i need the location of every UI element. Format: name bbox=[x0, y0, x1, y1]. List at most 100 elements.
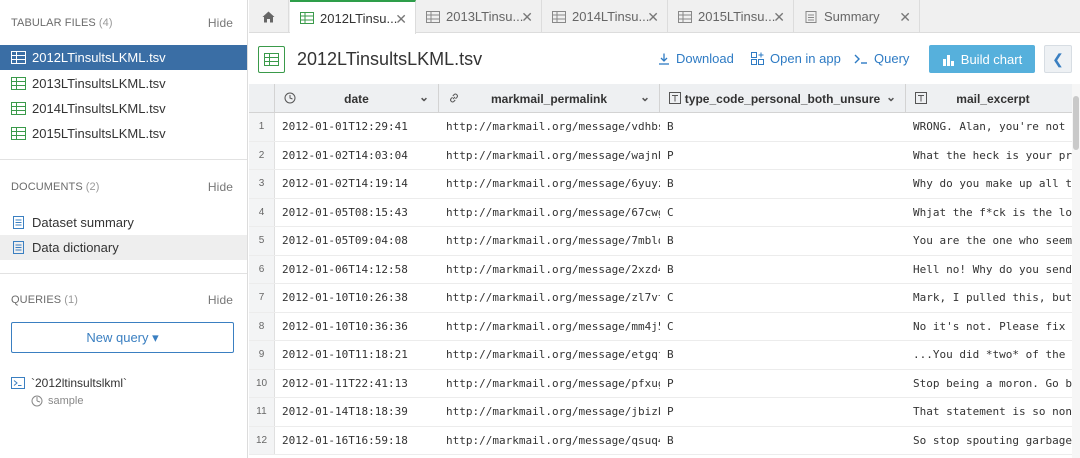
tab-file[interactable]: 2013LTinsu... ✕ bbox=[416, 0, 542, 33]
close-icon[interactable]: ✕ bbox=[521, 9, 533, 26]
query-sample-label: sample bbox=[48, 395, 84, 407]
cell-mail-excerpt: Why do you make up all thes bbox=[913, 177, 1080, 190]
tab-file[interactable]: 2012LTinsu... ✕ bbox=[290, 0, 416, 34]
cell-permalink: http://markmail.org/message/67cwg72ly bbox=[446, 205, 660, 219]
cell-permalink: http://markmail.org/message/wajnh3ivn bbox=[446, 148, 660, 162]
build-chart-button[interactable]: Build chart bbox=[929, 45, 1035, 73]
cell-type-code: B bbox=[667, 120, 674, 133]
cell-mail-excerpt: Hell no! Why do you send me bbox=[913, 262, 1080, 276]
cell-type-code: B bbox=[667, 433, 674, 447]
queries-count: (1) bbox=[64, 294, 78, 306]
sidebar-file-item[interactable]: 2012LTinsultsLKML.tsv bbox=[0, 45, 247, 70]
sidebar-file-item[interactable]: 2013LTinsultsLKML.tsv bbox=[0, 71, 247, 96]
tab-label: 2013LTinsu... bbox=[446, 9, 524, 24]
tabular-files-count: (4) bbox=[98, 17, 113, 29]
queries-hide-link[interactable]: Hide bbox=[208, 293, 233, 307]
row-number: 8 bbox=[249, 312, 275, 341]
sidebar-file-label: 2012LTinsultsLKML.tsv bbox=[32, 50, 166, 65]
cell-type-code: P bbox=[667, 148, 674, 162]
chevron-down-icon[interactable]: ⌄ bbox=[640, 90, 650, 104]
column-header-label: date bbox=[344, 92, 369, 106]
table-file-icon bbox=[552, 10, 566, 23]
row-divider bbox=[249, 454, 1080, 455]
row-number: 12 bbox=[249, 426, 275, 455]
page-title: 2012LTinsultsLKML.tsv bbox=[297, 49, 483, 69]
home-tab[interactable] bbox=[249, 0, 289, 33]
bar-chart-icon bbox=[942, 54, 954, 66]
chevron-down-icon[interactable]: ⌄ bbox=[886, 90, 896, 104]
vertical-scrollbar[interactable] bbox=[1072, 84, 1080, 458]
chevron-left-icon: ❮ bbox=[1052, 50, 1064, 67]
tab-label: 2015LTinsu... bbox=[698, 9, 776, 24]
cell-mail-excerpt: Whjat the f*ck is the logic bbox=[913, 205, 1080, 219]
tabular-files-header: TABULAR FILES (4) Hide bbox=[11, 15, 233, 31]
sidebar-divider bbox=[0, 159, 247, 160]
cell-type-code: B bbox=[667, 262, 674, 276]
sidebar-query-item[interactable]: `2012ltinsultslkml` bbox=[11, 376, 127, 390]
cell-date: 2012-01-10T10:26:38 bbox=[282, 291, 408, 304]
documents-hide-link[interactable]: Hide bbox=[208, 180, 233, 194]
sidebar-divider bbox=[0, 273, 247, 274]
close-icon[interactable]: ✕ bbox=[395, 11, 407, 28]
query-button[interactable]: Query bbox=[854, 51, 909, 66]
cell-date: 2012-01-16T16:59:18 bbox=[282, 433, 408, 447]
document-icon bbox=[13, 241, 24, 254]
cell-date: 2012-01-05T08:15:43 bbox=[282, 205, 408, 219]
collapse-panel-button[interactable]: ❮ bbox=[1044, 45, 1072, 73]
row-number: 10 bbox=[249, 369, 275, 398]
cell-permalink: http://markmail.org/message/pfxugcxqx bbox=[446, 376, 660, 390]
tab-file[interactable]: 2015LTinsu... ✕ bbox=[668, 0, 794, 33]
download-button[interactable]: Download bbox=[658, 51, 734, 66]
cell-mail-excerpt: Stop being a moron. Go back bbox=[913, 376, 1080, 390]
file-type-badge bbox=[258, 46, 285, 73]
sidebar-document-item[interactable]: Dataset summary bbox=[0, 210, 247, 235]
table-file-icon bbox=[426, 10, 440, 23]
cell-mail-excerpt: ...You did *two* of the mer bbox=[913, 348, 1080, 361]
cell-permalink: http://markmail.org/message/7mbldkqli bbox=[446, 234, 660, 247]
cell-mail-excerpt: You are the one who seems t bbox=[913, 234, 1080, 247]
tab-label: 2014LTinsu... bbox=[572, 9, 650, 24]
column-header-label: markmail_permalink bbox=[490, 92, 608, 106]
cell-permalink: http://markmail.org/message/jbizb5ugh bbox=[446, 405, 660, 418]
cell-mail-excerpt: WRONG. Alan, you're not get bbox=[913, 120, 1080, 133]
column-header-type-code[interactable]: type_code_personal_both_unsure ⌄ bbox=[660, 84, 906, 113]
cell-type-code: C bbox=[667, 319, 674, 333]
chevron-down-icon[interactable]: ⌄ bbox=[419, 90, 429, 104]
row-number: 11 bbox=[249, 398, 275, 427]
sidebar-document-label: Data dictionary bbox=[32, 240, 119, 255]
data-table: date ⌄ markmail_permalink ⌄ type_code_pe… bbox=[249, 84, 1080, 458]
close-icon[interactable]: ✕ bbox=[899, 9, 911, 26]
column-header-mail-excerpt[interactable]: mail_excerpt bbox=[906, 84, 1080, 113]
sidebar-file-item[interactable]: 2014LTinsultsLKML.tsv bbox=[0, 96, 247, 121]
documents-header: DOCUMENTS (2) Hide bbox=[11, 179, 233, 195]
query-sample-tag: sample bbox=[31, 395, 83, 407]
tabular-files-hide-link[interactable]: Hide bbox=[208, 16, 233, 30]
row-number: 3 bbox=[249, 170, 275, 199]
query-label: Query bbox=[874, 51, 910, 66]
row-number: 1 bbox=[249, 113, 275, 142]
row-number: 2 bbox=[249, 141, 275, 170]
build-chart-label: Build chart bbox=[960, 51, 1023, 67]
cell-type-code: C bbox=[667, 291, 674, 304]
column-header-date[interactable]: date ⌄ bbox=[275, 84, 439, 113]
close-icon[interactable]: ✕ bbox=[773, 9, 785, 26]
tab-summary[interactable]: Summary ✕ bbox=[794, 0, 920, 33]
tab-file[interactable]: 2014LTinsu... ✕ bbox=[542, 0, 668, 33]
new-query-button[interactable]: New query ▾ bbox=[11, 322, 234, 353]
cell-mail-excerpt: What the heck is your probl bbox=[913, 148, 1080, 162]
close-icon[interactable]: ✕ bbox=[647, 9, 659, 26]
terminal-prompt-icon bbox=[854, 54, 867, 64]
row-number: 4 bbox=[249, 198, 275, 227]
cell-mail-excerpt: No it's not. Please fix you bbox=[913, 319, 1080, 333]
cell-date: 2012-01-02T14:03:04 bbox=[282, 148, 408, 162]
cell-type-code: B bbox=[667, 234, 674, 247]
cell-mail-excerpt: That statement is so nonsen bbox=[913, 405, 1080, 418]
file-header: 2012LTinsultsLKML.tsv Download Open in a… bbox=[249, 34, 1080, 84]
sidebar-document-item[interactable]: Data dictionary bbox=[0, 235, 247, 260]
open-in-app-button[interactable]: Open in app bbox=[751, 51, 841, 66]
cell-mail-excerpt: So stop spouting garbage. bbox=[913, 433, 1079, 447]
scrollbar-thumb[interactable] bbox=[1073, 96, 1079, 150]
sample-icon bbox=[31, 395, 43, 407]
column-header-markmail-permalink[interactable]: markmail_permalink ⌄ bbox=[439, 84, 660, 113]
sidebar-file-item[interactable]: 2015LTinsultsLKML.tsv bbox=[0, 121, 247, 146]
